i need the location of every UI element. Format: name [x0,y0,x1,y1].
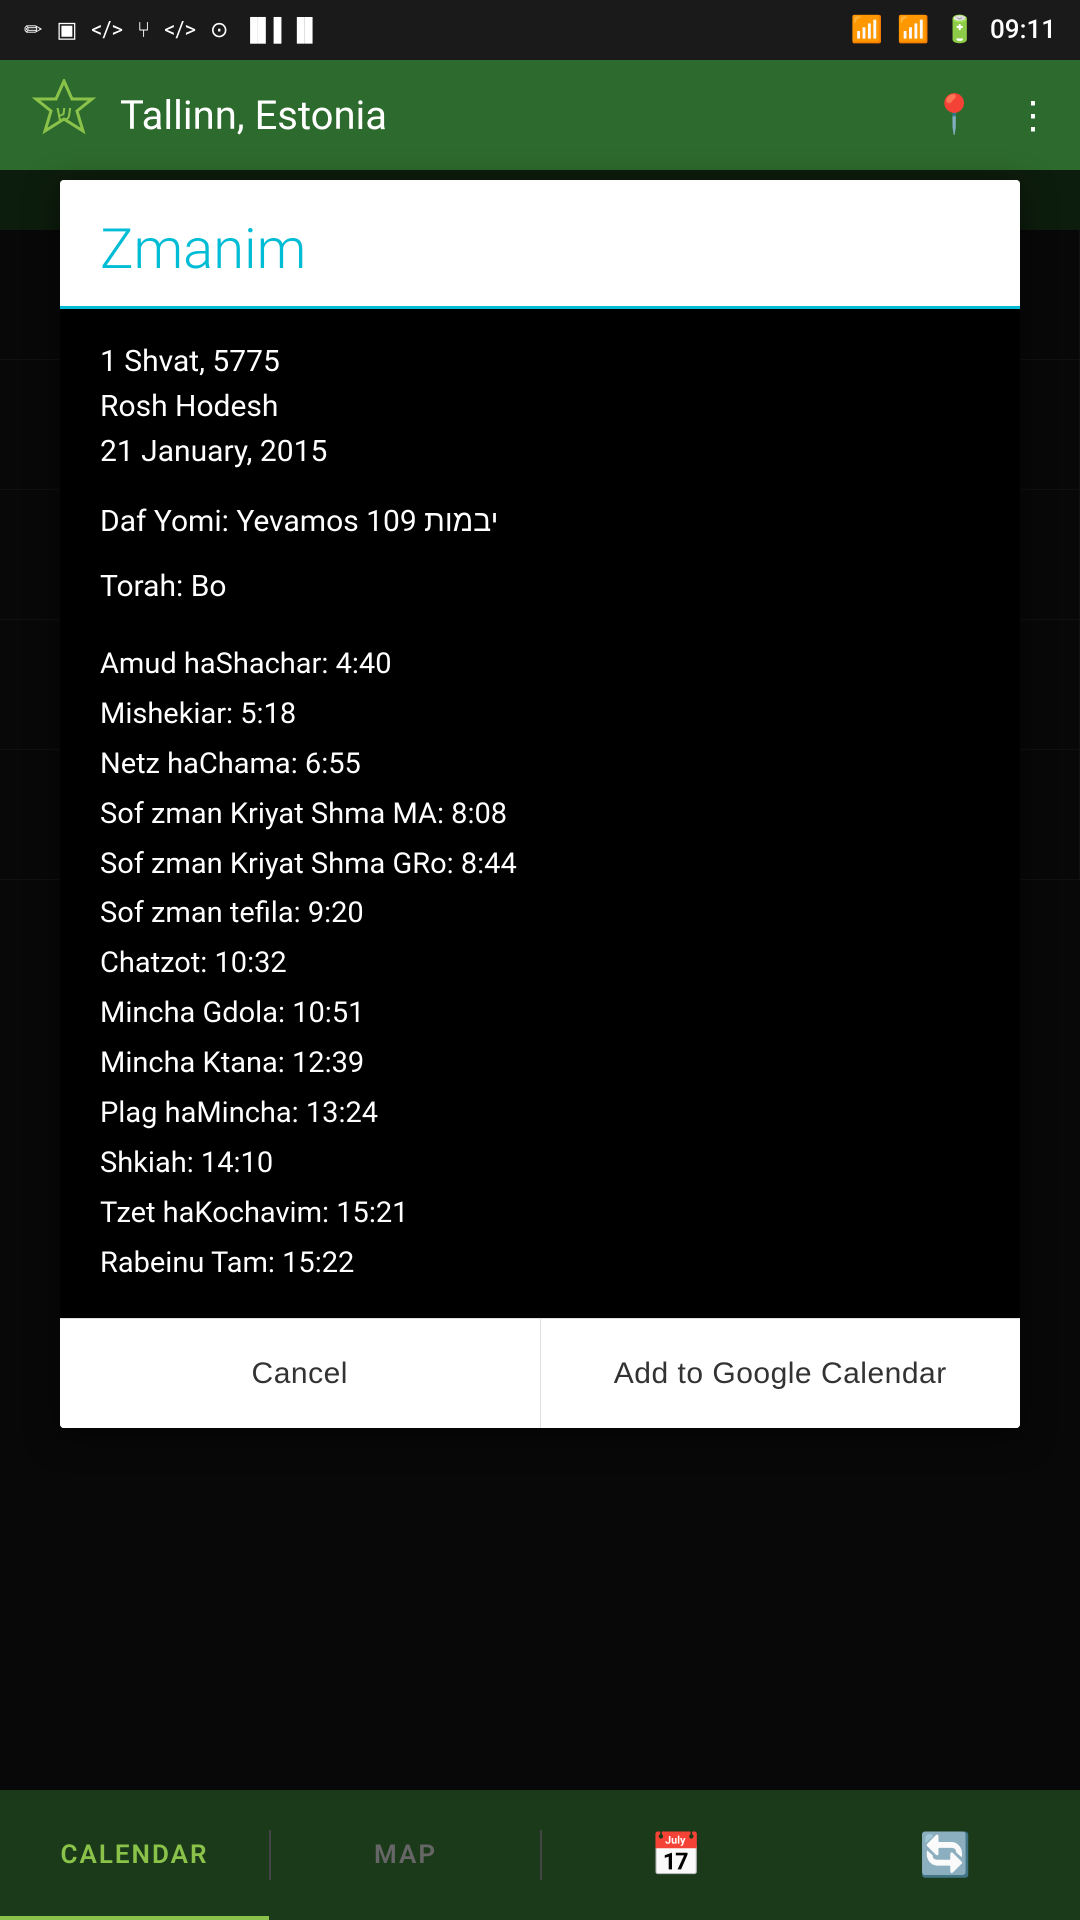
more-options-icon[interactable]: ⋮ [1014,93,1052,138]
dialog-header: Zmanim [60,180,1020,309]
wifi-icon: 📶 [851,15,883,45]
time-sof-zman-gro: Sof zman Kriyat Shma GRo: 8:44 [100,840,980,890]
time-plag-hamincha: Plag haMincha: 13:24 [100,1089,980,1139]
status-icons-right: 📶 📶 🔋 09:11 [851,15,1056,45]
dialog-date-line-2: Rosh Hodesh [100,384,980,429]
time-rabeinu-tam: Rabeinu Tam: 15:22 [100,1239,980,1289]
nav-item-calendar[interactable]: CALENDAR [0,1790,269,1920]
bottom-navigation: CALENDAR MAP 📅 🔄 [0,1790,1080,1920]
time-tzet-hakochavim: Tzet haKochavim: 15:21 [100,1189,980,1239]
app-bar-right: 📍 ⋮ [931,93,1052,138]
calendar-icon: 📅 [650,1831,702,1880]
alarm-icon: ⊙ [210,18,228,43]
barcode-icon: ▐▌▌▐▌ [242,17,320,43]
dialog-torah: Torah: Bo [100,569,980,604]
refresh-icon: 🔄 [919,1831,971,1880]
zmanim-dialog: Zmanim 1 Shvat, 5775 Rosh Hodesh 21 Janu… [60,180,1020,1428]
app-bar: ש Tallinn, Estonia 📍 ⋮ [0,60,1080,170]
battery-icon: 🔋 [944,15,976,45]
add-to-google-calendar-button[interactable]: Add to Google Calendar [541,1319,1021,1428]
nav-label-calendar: CALENDAR [60,1840,208,1870]
time-mishekiar: Mishekiar: 5:18 [100,690,980,740]
nav-item-refresh[interactable]: 🔄 [811,1790,1080,1920]
time-display: 09:11 [990,15,1056,45]
nav-active-indicator [0,1916,269,1920]
status-bar: ✏ ▣ </> ⑂ </> ⊙ ▐▌▌▐▌ 📶 📶 🔋 09:11 [0,0,1080,60]
time-sof-zman-tefila: Sof zman tefila: 9:20 [100,889,980,939]
pencil-icon: ✏ [24,18,42,43]
time-chatzot: Chatzot: 10:32 [100,939,980,989]
status-icons-left: ✏ ▣ </> ⑂ </> ⊙ ▐▌▌▐▌ [24,17,320,43]
time-amud-hashachar: Amud haShachar: 4:40 [100,640,980,690]
location-icon[interactable]: 📍 [931,93,978,137]
cancel-button[interactable]: Cancel [60,1319,541,1428]
dialog-times: Amud haShachar: 4:40 Mishekiar: 5:18 Net… [100,640,980,1288]
dialog-title: Zmanim [100,216,980,282]
time-mincha-gdola: Mincha Gdola: 10:51 [100,989,980,1039]
dialog-date-line-1: 1 Shvat, 5775 [100,339,980,384]
time-shkiah: Shkiah: 14:10 [100,1139,980,1189]
code2-icon: </> [164,18,196,43]
sim-icon: ▣ [56,18,77,43]
dialog-date-section: 1 Shvat, 5775 Rosh Hodesh 21 January, 20… [100,339,980,474]
app-logo: ש [28,79,100,151]
dialog-body: 1 Shvat, 5775 Rosh Hodesh 21 January, 20… [60,309,1020,1318]
usb-icon: ⑂ [137,18,150,43]
signal-icon: 📶 [897,15,929,45]
app-title: Tallinn, Estonia [120,92,387,139]
time-sof-zman-ma: Sof zman Kriyat Shma MA: 8:08 [100,790,980,840]
svg-text:ש: ש [56,101,72,126]
nav-label-map: MAP [374,1840,437,1870]
dialog-daf-yomi: Daf Yomi: Yevamos 109 יבמות [100,504,980,539]
app-bar-left: ש Tallinn, Estonia [28,79,387,151]
time-mincha-ktana: Mincha Ktana: 12:39 [100,1039,980,1089]
nav-item-map[interactable]: MAP [271,1790,540,1920]
nav-item-calendar-icon[interactable]: 📅 [542,1790,811,1920]
dialog-footer: Cancel Add to Google Calendar [60,1318,1020,1428]
time-netz-hachama: Netz haChama: 6:55 [100,740,980,790]
code-icon: </> [91,18,123,43]
dialog-date-line-3: 21 January, 2015 [100,429,980,474]
